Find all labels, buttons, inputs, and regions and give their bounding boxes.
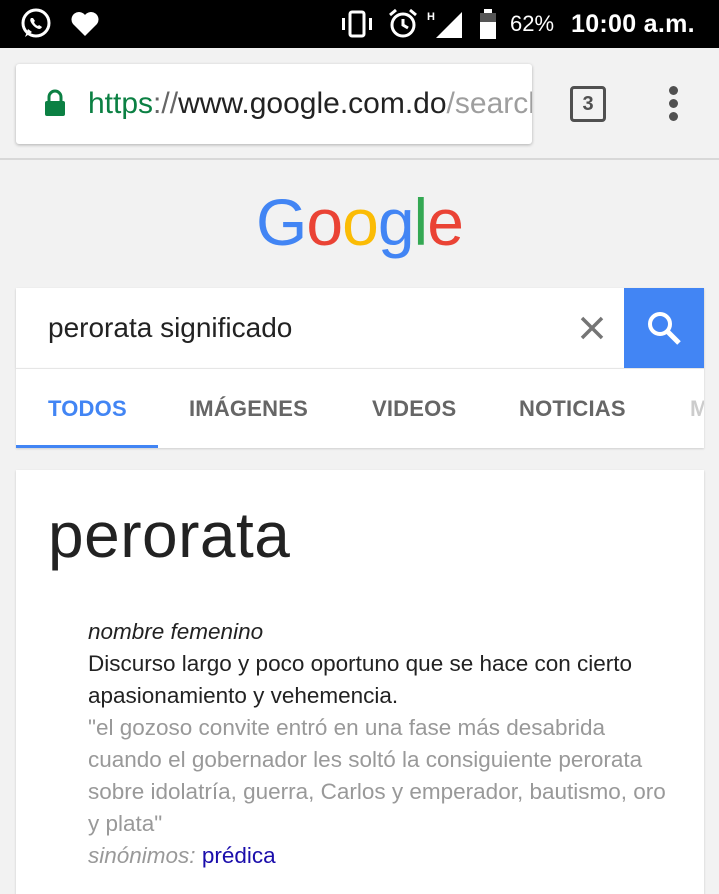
close-icon bbox=[580, 316, 604, 340]
search-button[interactable] bbox=[624, 288, 704, 368]
url-text[interactable]: https://www.google.com.do/search bbox=[88, 64, 532, 144]
vibrate-icon bbox=[338, 0, 376, 48]
alarm-icon bbox=[386, 0, 420, 48]
active-tab-indicator bbox=[16, 445, 158, 448]
svg-text:H: H bbox=[427, 11, 435, 23]
address-bar[interactable]: https://www.google.com.do/search bbox=[16, 64, 532, 144]
url-host: www.google.com.do bbox=[178, 87, 447, 120]
url-separator: :// bbox=[153, 87, 179, 120]
logo-letter: o bbox=[306, 185, 343, 259]
synonyms-line: sinónimos: prédica bbox=[88, 840, 668, 872]
synonyms-label: sinónimos: bbox=[88, 843, 196, 868]
url-scheme: https bbox=[88, 87, 154, 120]
status-bar: H 62% 10:00 a.m. bbox=[0, 0, 719, 48]
headword: perorata bbox=[48, 499, 291, 571]
overflow-menu-icon[interactable] bbox=[662, 86, 686, 122]
logo-letter: G bbox=[256, 185, 307, 259]
browser-toolbar: https://www.google.com.do/search 3 bbox=[0, 48, 719, 160]
tab-videos[interactable]: VIDEOS bbox=[372, 369, 456, 448]
google-logo[interactable]: Google bbox=[0, 184, 719, 260]
clear-search-button[interactable] bbox=[568, 304, 616, 352]
heart-icon bbox=[68, 0, 102, 48]
search-icon bbox=[648, 312, 681, 345]
search-tabs: TODOS IMÁGENES VIDEOS NOTICIAS M bbox=[16, 368, 704, 448]
example-text: "el gozoso convite entró en una fase más… bbox=[88, 715, 666, 836]
logo-letter: g bbox=[377, 185, 415, 259]
lock-icon bbox=[44, 89, 66, 122]
definition-text: Discurso largo y poco oportuno que se ha… bbox=[88, 651, 633, 708]
tab-imagenes[interactable]: IMÁGENES bbox=[189, 369, 308, 448]
clock: 10:00 a.m. bbox=[571, 10, 695, 38]
logo-letter: e bbox=[427, 185, 464, 259]
signal-icon: H bbox=[426, 0, 466, 48]
tab-noticias[interactable]: NOTICIAS bbox=[519, 369, 626, 448]
logo-letter: o bbox=[342, 185, 379, 259]
whatsapp-icon bbox=[18, 0, 54, 48]
search-box bbox=[16, 288, 704, 368]
dictionary-card: perorata nombre femenino Discurso largo … bbox=[16, 470, 704, 894]
battery-percent: 62% bbox=[510, 11, 555, 36]
url-path: /search bbox=[446, 87, 532, 120]
battery-icon bbox=[476, 0, 500, 48]
search-input[interactable] bbox=[48, 288, 548, 368]
part-of-speech: nombre femenino bbox=[88, 619, 264, 644]
logo-letter: l bbox=[413, 185, 429, 259]
tab-switcher-button[interactable]: 3 bbox=[570, 86, 606, 122]
definition-block: nombre femenino Discurso largo y poco op… bbox=[88, 616, 668, 872]
synonym-link[interactable]: prédica bbox=[202, 843, 276, 868]
tab-more[interactable]: M bbox=[690, 369, 704, 448]
tab-todos[interactable]: TODOS bbox=[48, 369, 127, 448]
